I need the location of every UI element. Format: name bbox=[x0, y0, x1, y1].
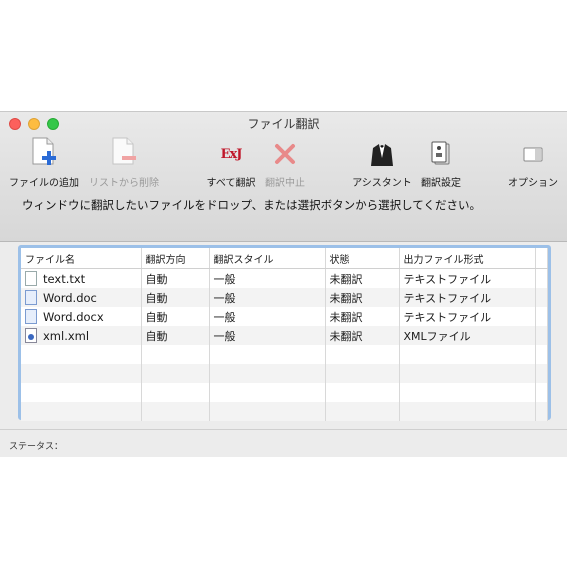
remove-from-list-label: リストから削除 bbox=[89, 178, 159, 189]
file-list-table[interactable]: ファイル名 翻訳方向 翻訳スタイル 状態 出力ファイル形式 text.txt 自… bbox=[18, 245, 551, 421]
status-cell: 未翻訳 bbox=[325, 268, 400, 288]
format-cell: テキストファイル bbox=[399, 268, 536, 288]
translation-settings-button[interactable]: 翻訳設定 bbox=[418, 136, 464, 189]
direction-cell: 自動 bbox=[141, 307, 210, 326]
direction-cell: 自動 bbox=[141, 288, 210, 307]
add-file-icon bbox=[8, 136, 80, 168]
options-label: オプション bbox=[508, 178, 558, 189]
status-cell: 未翻訳 bbox=[325, 307, 400, 326]
style-cell: 一般 bbox=[209, 268, 326, 288]
status-cell: 未翻訳 bbox=[325, 288, 400, 307]
butler-icon bbox=[348, 136, 416, 168]
assistant-button[interactable]: アシスタント bbox=[348, 136, 416, 189]
text-file-icon bbox=[25, 271, 37, 286]
table-row[interactable]: xml.xml 自動 一般 未翻訳 XMLファイル bbox=[21, 326, 548, 345]
table-row[interactable]: Word.doc 自動 一般 未翻訳 テキストファイル bbox=[21, 288, 548, 307]
direction-cell: 自動 bbox=[141, 268, 210, 288]
title-toolbar: ファイル翻訳 ファイルの追加 リストから削除 ExJ すべて翻訳 翻訳中止 アシ… bbox=[0, 112, 567, 242]
direction-cell: 自動 bbox=[141, 326, 210, 345]
file-name: xml.xml bbox=[43, 328, 90, 343]
stop-translation-button[interactable]: 翻訳中止 bbox=[262, 136, 308, 189]
file-name: Word.docx bbox=[43, 309, 104, 324]
column-header-empty bbox=[535, 248, 548, 269]
add-file-label: ファイルの追加 bbox=[9, 178, 79, 189]
empty-row bbox=[21, 402, 548, 421]
word-file-icon bbox=[25, 309, 37, 324]
column-header-style[interactable]: 翻訳スタイル bbox=[209, 248, 326, 269]
format-cell: XMLファイル bbox=[399, 326, 536, 345]
add-file-button[interactable]: ファイルの追加 bbox=[8, 136, 80, 189]
column-header-file-name[interactable]: ファイル名 bbox=[21, 248, 142, 269]
status-bar: ステータス： bbox=[0, 429, 567, 457]
table-row[interactable]: Word.docx 自動 一般 未翻訳 テキストファイル bbox=[21, 307, 548, 326]
status-cell: 未翻訳 bbox=[325, 326, 400, 345]
window-title: ファイル翻訳 bbox=[247, 117, 320, 131]
options-panel-icon bbox=[504, 136, 562, 168]
word-file-icon bbox=[25, 290, 37, 305]
table-header-row: ファイル名 翻訳方向 翻訳スタイル 状態 出力ファイル形式 bbox=[21, 248, 548, 269]
style-cell: 一般 bbox=[209, 326, 326, 345]
format-cell: テキストファイル bbox=[399, 288, 536, 307]
remove-file-icon bbox=[86, 136, 162, 168]
column-header-status[interactable]: 状態 bbox=[325, 248, 400, 269]
stop-x-icon bbox=[262, 136, 308, 168]
drop-instruction: ウィンドウに翻訳したいファイルをドロップ、または選択ボタンから選択してください。 bbox=[22, 198, 481, 212]
empty-row bbox=[21, 364, 548, 383]
table-row[interactable]: text.txt 自動 一般 未翻訳 テキストファイル bbox=[21, 268, 548, 288]
style-cell: 一般 bbox=[209, 307, 326, 326]
xml-file-icon bbox=[25, 328, 37, 343]
column-header-output-format[interactable]: 出力ファイル形式 bbox=[399, 248, 536, 269]
exj-icon: ExJ bbox=[204, 136, 258, 168]
translate-all-button[interactable]: ExJ すべて翻訳 bbox=[204, 136, 258, 189]
assistant-label: アシスタント bbox=[352, 178, 412, 189]
exj-icon-text: ExJ bbox=[220, 147, 243, 162]
empty-row bbox=[21, 345, 548, 364]
file-name: text.txt bbox=[43, 271, 86, 286]
file-translation-window: ファイル翻訳 ファイルの追加 リストから削除 ExJ すべて翻訳 翻訳中止 アシ… bbox=[0, 111, 567, 457]
translation-settings-label: 翻訳設定 bbox=[421, 178, 461, 189]
column-header-direction[interactable]: 翻訳方向 bbox=[141, 248, 210, 269]
empty-row bbox=[21, 383, 548, 402]
remove-from-list-button[interactable]: リストから削除 bbox=[86, 136, 162, 189]
settings-device-icon bbox=[418, 136, 464, 168]
translate-all-label: すべて翻訳 bbox=[206, 178, 256, 189]
format-cell: テキストファイル bbox=[399, 307, 536, 326]
style-cell: 一般 bbox=[209, 288, 326, 307]
file-name: Word.doc bbox=[43, 290, 97, 305]
stop-translation-label: 翻訳中止 bbox=[265, 178, 305, 189]
options-button[interactable]: オプション bbox=[504, 136, 562, 189]
status-label: ステータス： bbox=[9, 442, 64, 452]
